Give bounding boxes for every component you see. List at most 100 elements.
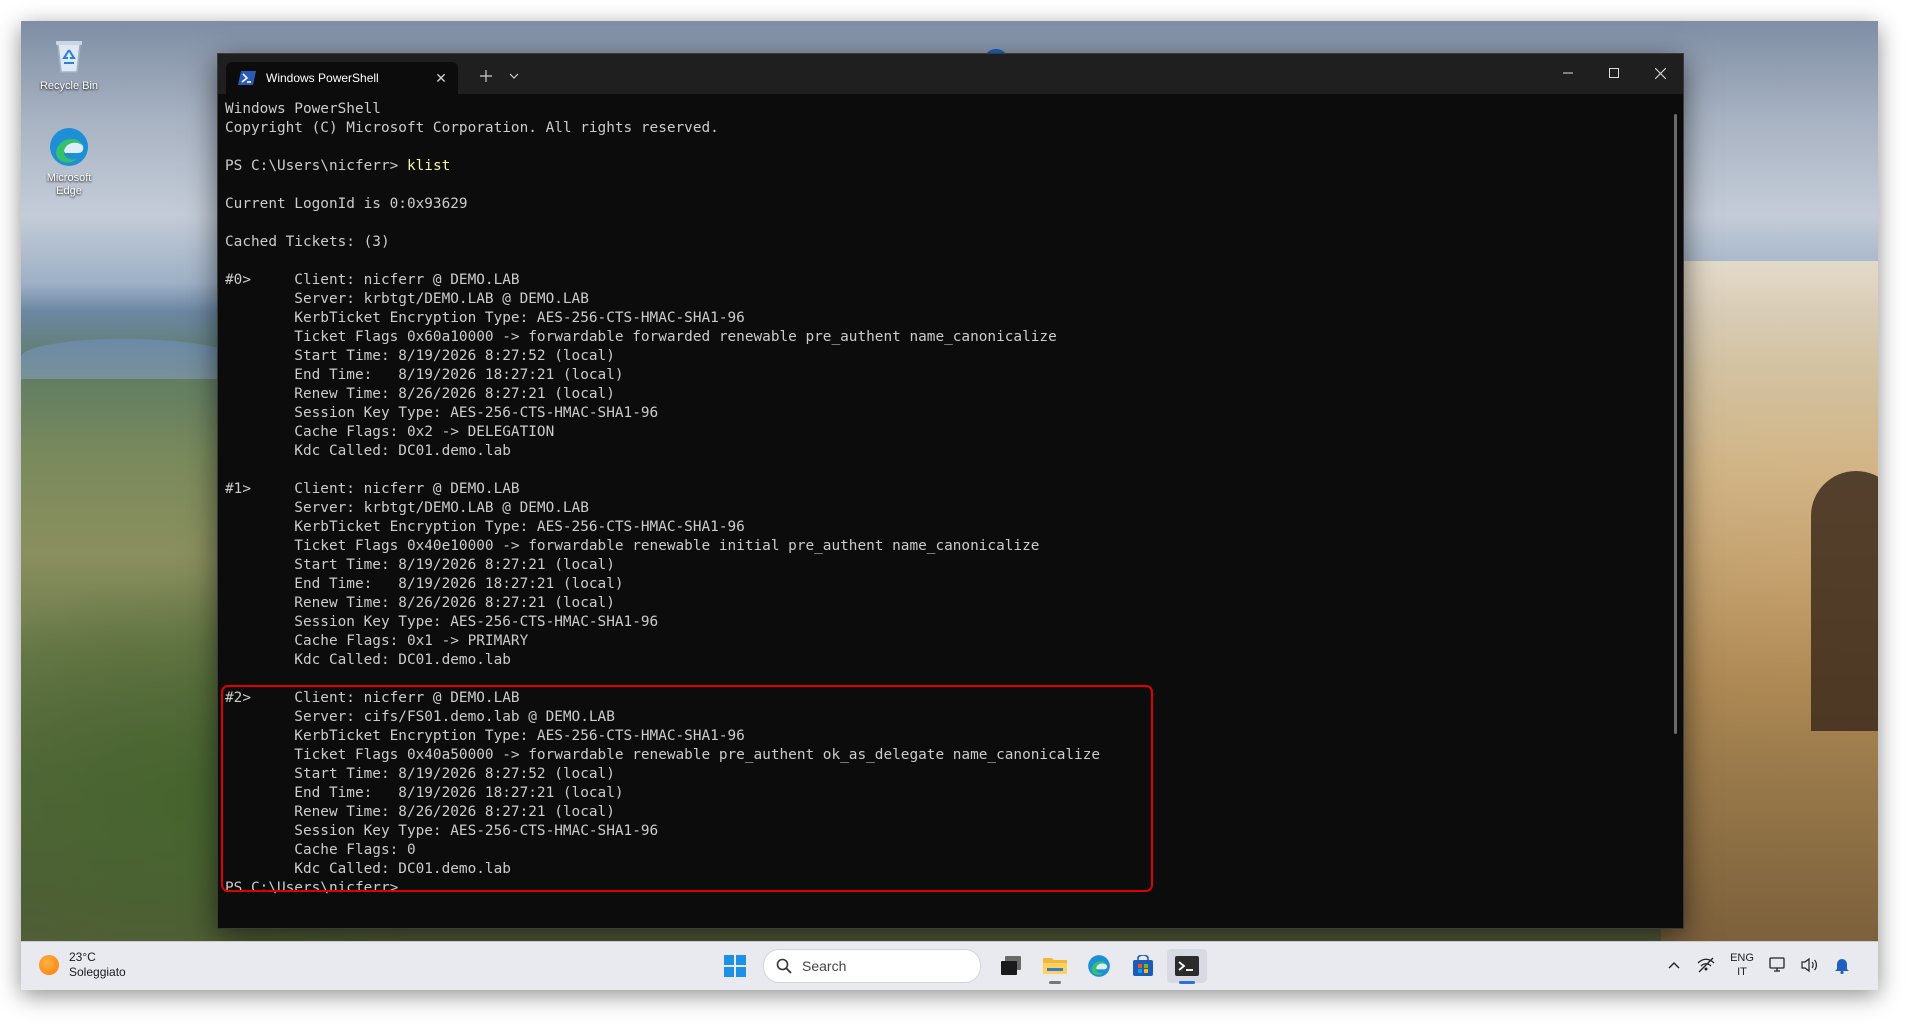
console-line: Kdc Called: DC01.demo.lab	[225, 442, 1663, 461]
store-button[interactable]	[1123, 949, 1163, 983]
console-line-text: End Time: 8/19/2026 18:27:21 (local)	[225, 576, 624, 592]
maximize-icon	[1609, 68, 1619, 78]
desktop-icon-recycle-bin[interactable]: Recycle Bin	[33, 33, 105, 93]
weather-temperature: 23°C	[69, 950, 96, 964]
monitor-icon	[1769, 957, 1785, 972]
console-line: Renew Time: 8/26/2026 8:27:21 (local)	[225, 803, 1663, 822]
task-view-button[interactable]	[991, 949, 1031, 983]
language-indicator[interactable]: ENG IT	[1722, 951, 1762, 979]
minimize-button[interactable]	[1545, 54, 1591, 92]
language-region: IT	[1737, 966, 1747, 978]
edge-icon	[47, 125, 91, 169]
console-line: Kdc Called: DC01.demo.lab	[225, 860, 1663, 879]
recycle-bin-icon	[47, 33, 91, 77]
tab-dropdown-button[interactable]	[500, 64, 528, 88]
console-line-text: #0> Client: nicferr @ DEMO.LAB	[225, 272, 520, 288]
console-line-text: Ticket Flags 0x40e10000 -> forwardable r…	[225, 538, 1040, 554]
console-line: Cache Flags: 0x2 -> DELEGATION	[225, 423, 1663, 442]
start-icon	[724, 955, 746, 977]
edge-button[interactable]	[1079, 949, 1119, 983]
console-line: Cached Tickets: (3)	[225, 233, 1663, 252]
bell-icon	[1835, 959, 1849, 974]
console-line-text: Session Key Type: AES-256-CTS-HMAC-SHA1-…	[225, 614, 659, 630]
console-line-text: Renew Time: 8/26/2026 8:27:21 (local)	[225, 386, 615, 402]
plus-icon	[480, 70, 492, 82]
console-line-text: Session Key Type: AES-256-CTS-HMAC-SHA1-…	[225, 405, 659, 421]
console-line: Session Key Type: AES-256-CTS-HMAC-SHA1-…	[225, 404, 1663, 423]
console-line-text: Cache Flags: 0	[225, 842, 416, 858]
console-line: Session Key Type: AES-256-CTS-HMAC-SHA1-…	[225, 613, 1663, 632]
console-line-text: Server: krbtgt/DEMO.LAB @ DEMO.LAB	[225, 500, 589, 516]
console-line-text: KerbTicket Encryption Type: AES-256-CTS-…	[225, 310, 745, 326]
console-line: Windows PowerShell	[225, 100, 1663, 119]
console-line-text: Ticket Flags 0x60a10000 -> forwardable f…	[225, 329, 1057, 345]
console-line-text: Start Time: 8/19/2026 8:27:52 (local)	[225, 766, 615, 782]
language-code: ENG	[1730, 952, 1754, 964]
background-arch	[1811, 471, 1878, 731]
console-line-text: PS C:\Users\nicferr>	[225, 158, 407, 174]
file-explorer-button[interactable]	[1035, 949, 1075, 984]
console-line-text: Kdc Called: DC01.demo.lab	[225, 652, 511, 668]
console-line: Start Time: 8/19/2026 8:27:52 (local)	[225, 347, 1663, 366]
console-line: PS C:\Users\nicferr>	[225, 879, 1663, 898]
console-line: KerbTicket Encryption Type: AES-256-CTS-…	[225, 727, 1663, 746]
search-icon	[776, 958, 792, 974]
close-icon	[1654, 67, 1666, 79]
close-button[interactable]	[1637, 54, 1683, 92]
title-bar[interactable]: Windows PowerShell ✕	[218, 54, 1683, 94]
tab-close-icon[interactable]: ✕	[430, 67, 452, 89]
terminal-window[interactable]: Windows PowerShell ✕ Windows PowerShell …	[217, 53, 1684, 929]
taskbar: 23°C Soleggiato Search ENG IT	[21, 941, 1878, 990]
start-button[interactable]	[715, 949, 755, 983]
active-indicator	[1179, 981, 1195, 984]
weather-widget[interactable]: 23°C Soleggiato	[39, 950, 126, 980]
console-line: End Time: 8/19/2026 18:27:21 (local)	[225, 575, 1663, 594]
network-status-button[interactable]	[1692, 948, 1720, 982]
console-line: #0> Client: nicferr @ DEMO.LAB	[225, 271, 1663, 290]
notifications-button[interactable]	[1828, 948, 1856, 982]
volume-button[interactable]	[1796, 948, 1824, 982]
console-line-text: Windows PowerShell	[225, 101, 381, 117]
console-line: KerbTicket Encryption Type: AES-256-CTS-…	[225, 309, 1663, 328]
desktop-icon-label: Microsoft Edge	[46, 172, 92, 197]
console-line-text: Start Time: 8/19/2026 8:27:52 (local)	[225, 348, 615, 364]
display-button[interactable]	[1764, 948, 1792, 982]
console-line: KerbTicket Encryption Type: AES-256-CTS-…	[225, 518, 1663, 537]
task-view-icon	[1001, 956, 1021, 975]
store-icon	[1133, 955, 1153, 976]
console-line: Cache Flags: 0x1 -> PRIMARY	[225, 632, 1663, 651]
console-line: Renew Time: 8/26/2026 8:27:21 (local)	[225, 594, 1663, 613]
console-line: Renew Time: 8/26/2026 8:27:21 (local)	[225, 385, 1663, 404]
search-input[interactable]: Search	[763, 949, 981, 983]
console-line-text: Kdc Called: DC01.demo.lab	[225, 861, 511, 877]
console-line-text: PS C:\Users\nicferr>	[225, 880, 407, 896]
desktop-icon-edge[interactable]: Microsoft Edge	[33, 125, 105, 198]
chevron-down-icon	[509, 73, 519, 79]
background-hills	[21, 339, 241, 379]
desktop-icon-label: Recycle Bin	[39, 80, 99, 92]
maximize-button[interactable]	[1591, 54, 1637, 92]
console-output[interactable]: Windows PowerShell Copyright (C) Microsof…	[225, 100, 1663, 928]
console-line-text: Session Key Type: AES-256-CTS-HMAC-SHA1-…	[225, 823, 659, 839]
console-line-text: Ticket Flags 0x40a50000 -> forwardable r…	[225, 747, 1101, 763]
show-hidden-icons-button[interactable]	[1660, 948, 1688, 982]
console-line-text: Renew Time: 8/26/2026 8:27:21 (local)	[225, 804, 615, 820]
console-line: End Time: 8/19/2026 18:27:21 (local)	[225, 784, 1663, 803]
console-line-text: End Time: 8/19/2026 18:27:21 (local)	[225, 785, 624, 801]
console-line: Server: cifs/FS01.demo.lab @ DEMO.LAB	[225, 708, 1663, 727]
new-tab-button[interactable]	[472, 64, 500, 88]
console-line: Cache Flags: 0	[225, 841, 1663, 860]
scrollbar[interactable]	[1674, 114, 1677, 734]
tab-windows-powershell[interactable]: Windows PowerShell ✕	[226, 62, 458, 94]
running-indicator	[1049, 981, 1061, 984]
terminal-button[interactable]	[1167, 949, 1207, 984]
console-line: Start Time: 8/19/2026 8:27:52 (local)	[225, 765, 1663, 784]
console-line: PS C:\Users\nicferr> klist	[225, 157, 1663, 176]
edge-icon	[1088, 955, 1110, 977]
powershell-icon	[238, 71, 256, 85]
console-line: Copyright (C) Microsoft Corporation. All…	[225, 119, 1663, 138]
console-line-text: Cache Flags: 0x1 -> PRIMARY	[225, 633, 529, 649]
console-line: Kdc Called: DC01.demo.lab	[225, 651, 1663, 670]
